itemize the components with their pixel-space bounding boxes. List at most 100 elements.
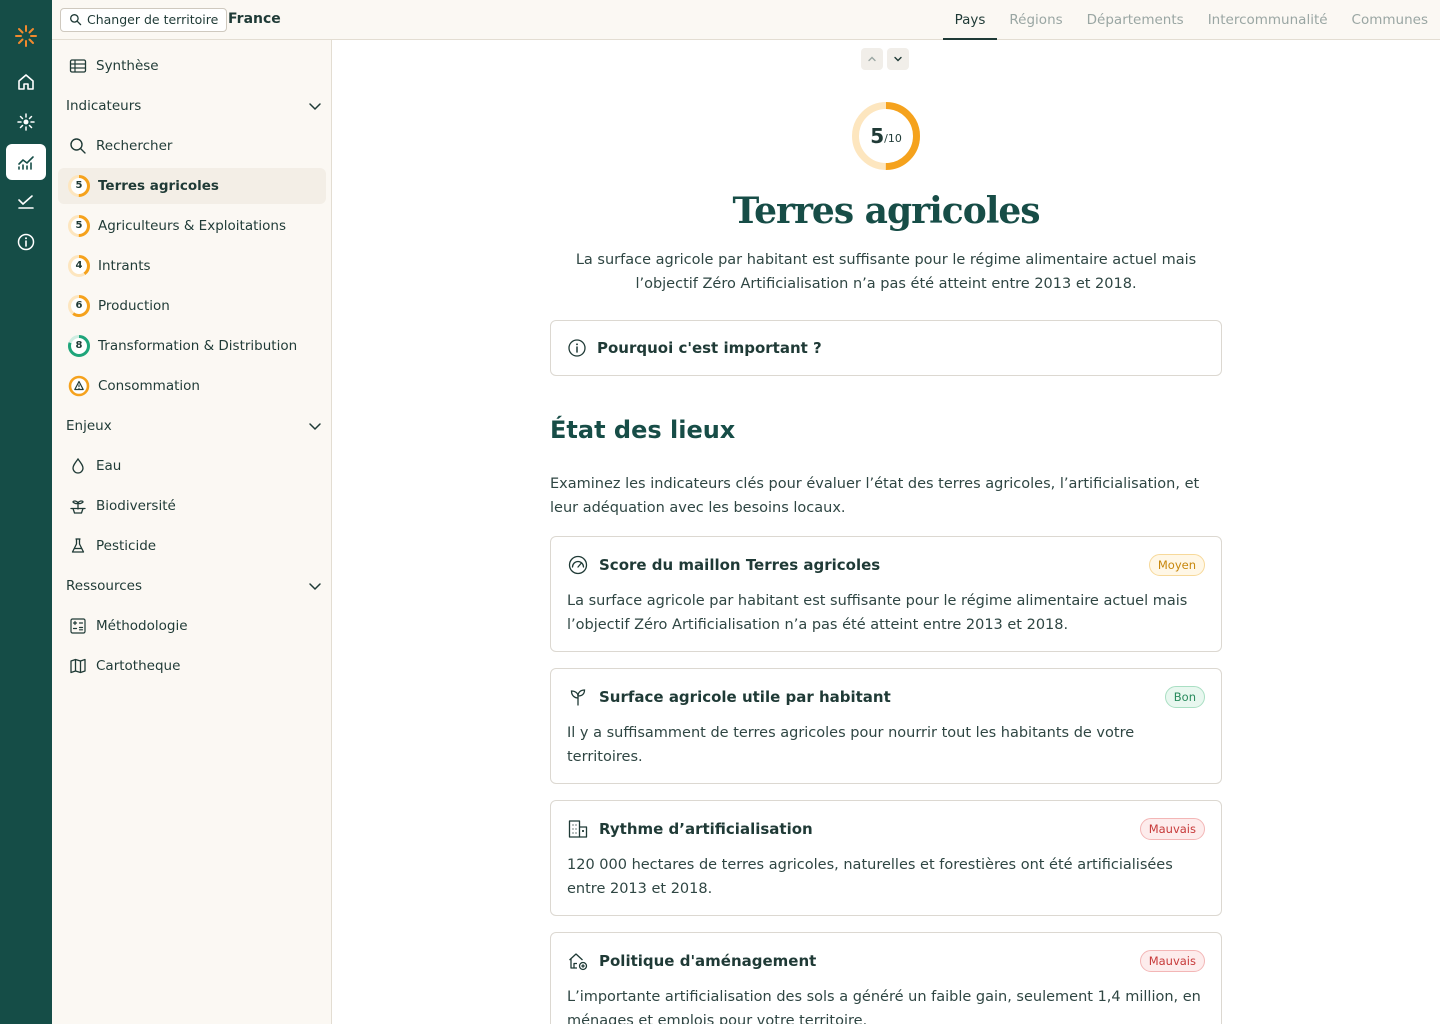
sidebar-item-label: Intrants — [98, 258, 151, 274]
actions-button[interactable] — [6, 184, 46, 220]
status-badge: Moyen — [1148, 554, 1205, 576]
info-icon — [17, 233, 35, 251]
card-body: L’importante artificialisation des sols … — [567, 989, 1201, 1024]
section-enjeux[interactable]: Enjeux — [66, 411, 322, 441]
sidebar-item-methodologie[interactable]: Méthodologie — [58, 608, 326, 644]
calculator-icon — [70, 618, 86, 634]
tab-departements[interactable]: Départements — [1075, 0, 1196, 40]
main-content: 5 /10 Terres agricoles La surface agrico… — [333, 40, 1440, 1024]
info-icon — [568, 339, 586, 357]
section-label: Indicateurs — [66, 98, 142, 114]
sidebar-item-consommation[interactable]: Consommation — [58, 368, 326, 404]
tab-regions[interactable]: Régions — [997, 0, 1074, 40]
card-title: Surface agricole utile par habitant — [599, 688, 891, 706]
tab-intercommunalite[interactable]: Intercommunalité — [1196, 0, 1340, 40]
warning-ring-icon — [68, 375, 90, 397]
section-indicateurs[interactable]: Indicateurs — [66, 91, 322, 121]
chart-icon — [18, 156, 34, 170]
buildings-icon — [568, 820, 588, 838]
info-button[interactable] — [6, 224, 46, 260]
water-drop-icon — [72, 457, 84, 474]
section-title: État des lieux — [550, 416, 736, 444]
change-territory-label: Changer de territoire — [87, 12, 219, 27]
logo-icon — [15, 25, 37, 47]
sidebar-item-label: Biodiversité — [96, 498, 176, 514]
gauge-icon — [568, 555, 588, 575]
search-icon — [70, 14, 82, 26]
sidebar-item-terres-agricoles[interactable]: 5 Terres agricoles — [58, 168, 326, 204]
indicator-card[interactable]: Politique d'aménagement Mauvais L’import… — [550, 932, 1222, 1024]
chevron-up-icon — [868, 56, 876, 62]
card-body: Il y a suffisamment de terres agricoles … — [567, 725, 1135, 765]
section-description: Examinez les indicateurs clés pour évalu… — [550, 476, 1200, 516]
checklist-icon — [18, 195, 34, 209]
score-badge: 8 — [68, 335, 90, 357]
sidebar-item-label: Synthèse — [96, 58, 159, 74]
status-badge: Bon — [1164, 686, 1205, 708]
score-total: /10 — [884, 132, 902, 145]
tab-communes[interactable]: Communes — [1340, 0, 1440, 40]
sidebar-item-rechercher[interactable]: Rechercher — [58, 128, 326, 164]
sidebar-item-label: Consommation — [98, 378, 200, 394]
status-badge: Mauvais — [1139, 818, 1205, 840]
chevron-down-icon — [894, 56, 902, 62]
indicator-card[interactable]: Score du maillon Terres agricoles Moyen … — [550, 536, 1222, 652]
sprout-icon — [570, 689, 586, 706]
sidebar-item-label: Eau — [96, 458, 122, 474]
territory-name: France — [228, 11, 281, 27]
sidebar-item-agriculteurs[interactable]: 5 Agriculteurs & Exploitations — [58, 208, 326, 244]
section-label: Ressources — [66, 578, 142, 594]
page-title: Terres agricoles — [732, 190, 1040, 232]
house-plan-icon — [569, 953, 588, 971]
indicator-pager — [861, 48, 909, 70]
sidebar-item-transformation[interactable]: 8 Transformation & Distribution — [58, 328, 326, 364]
flask-icon — [71, 538, 85, 553]
sidebar-item-label: Terres agricoles — [98, 178, 219, 194]
search-icon — [70, 138, 86, 154]
table-icon — [69, 59, 87, 73]
sidebar-item-synthese[interactable]: Synthèse — [58, 48, 326, 84]
card-title: Score du maillon Terres agricoles — [599, 556, 881, 574]
why-important-label: Pourquoi c'est important ? — [597, 339, 822, 357]
tab-pays[interactable]: Pays — [942, 0, 998, 40]
indicator-card[interactable]: Rythme d’artificialisation Mauvais 120 0… — [550, 800, 1222, 916]
score-badge — [68, 375, 90, 397]
sidebar-item-pesticide[interactable]: Pesticide — [58, 528, 326, 564]
sidebar-item-label: Cartotheque — [96, 658, 181, 674]
section-label: Enjeux — [66, 418, 112, 434]
territory-tabs: Pays Régions Départements Intercommunali… — [942, 0, 1440, 40]
status-badge: Mauvais — [1139, 950, 1205, 972]
indicator-card[interactable]: Surface agricole utile par habitant Bon … — [550, 668, 1222, 784]
sidebar-item-biodiversite[interactable]: Biodiversité — [58, 488, 326, 524]
sidebar-item-intrants[interactable]: 4 Intrants — [58, 248, 326, 284]
sidebar-item-label: Pesticide — [96, 538, 157, 554]
indicators-button[interactable] — [6, 144, 46, 180]
section-ressources[interactable]: Ressources — [66, 571, 322, 601]
score-value: 5 — [870, 124, 885, 148]
map-icon — [70, 658, 86, 674]
previous-indicator-button[interactable] — [861, 48, 883, 70]
sidebar-item-label: Transformation & Distribution — [98, 338, 298, 354]
card-body: 120 000 hectares de terres agricoles, na… — [567, 857, 1173, 897]
sidebar-item-label: Production — [98, 298, 170, 314]
app-rail — [0, 0, 52, 1024]
sidebar-item-eau[interactable]: Eau — [58, 448, 326, 484]
network-button[interactable] — [6, 104, 46, 140]
sidebar: Synthèse Indicateurs Rechercher 5 Terres… — [52, 40, 332, 1024]
chevron-down-icon — [309, 423, 321, 431]
why-important-accordion[interactable]: Pourquoi c'est important ? — [550, 320, 1222, 376]
card-title: Rythme d’artificialisation — [599, 820, 813, 838]
next-indicator-button[interactable] — [887, 48, 909, 70]
sidebar-item-label: Rechercher — [96, 138, 173, 154]
card-body: La surface agricole par habitant est suf… — [567, 593, 1188, 633]
home-button[interactable] — [6, 64, 46, 100]
page-description: La surface agricole par habitant est suf… — [575, 252, 1197, 292]
change-territory-button[interactable]: Changer de territoire — [60, 8, 228, 32]
plant-icon — [70, 500, 86, 514]
score-badge: 6 — [68, 295, 90, 317]
sidebar-item-production[interactable]: 6 Production — [58, 288, 326, 324]
sidebar-item-cartotheque[interactable]: Cartotheque — [58, 648, 326, 684]
chevron-down-icon — [309, 583, 321, 591]
network-icon — [17, 113, 35, 131]
top-bar: Changer de territoire France Pays Région… — [52, 0, 1440, 40]
